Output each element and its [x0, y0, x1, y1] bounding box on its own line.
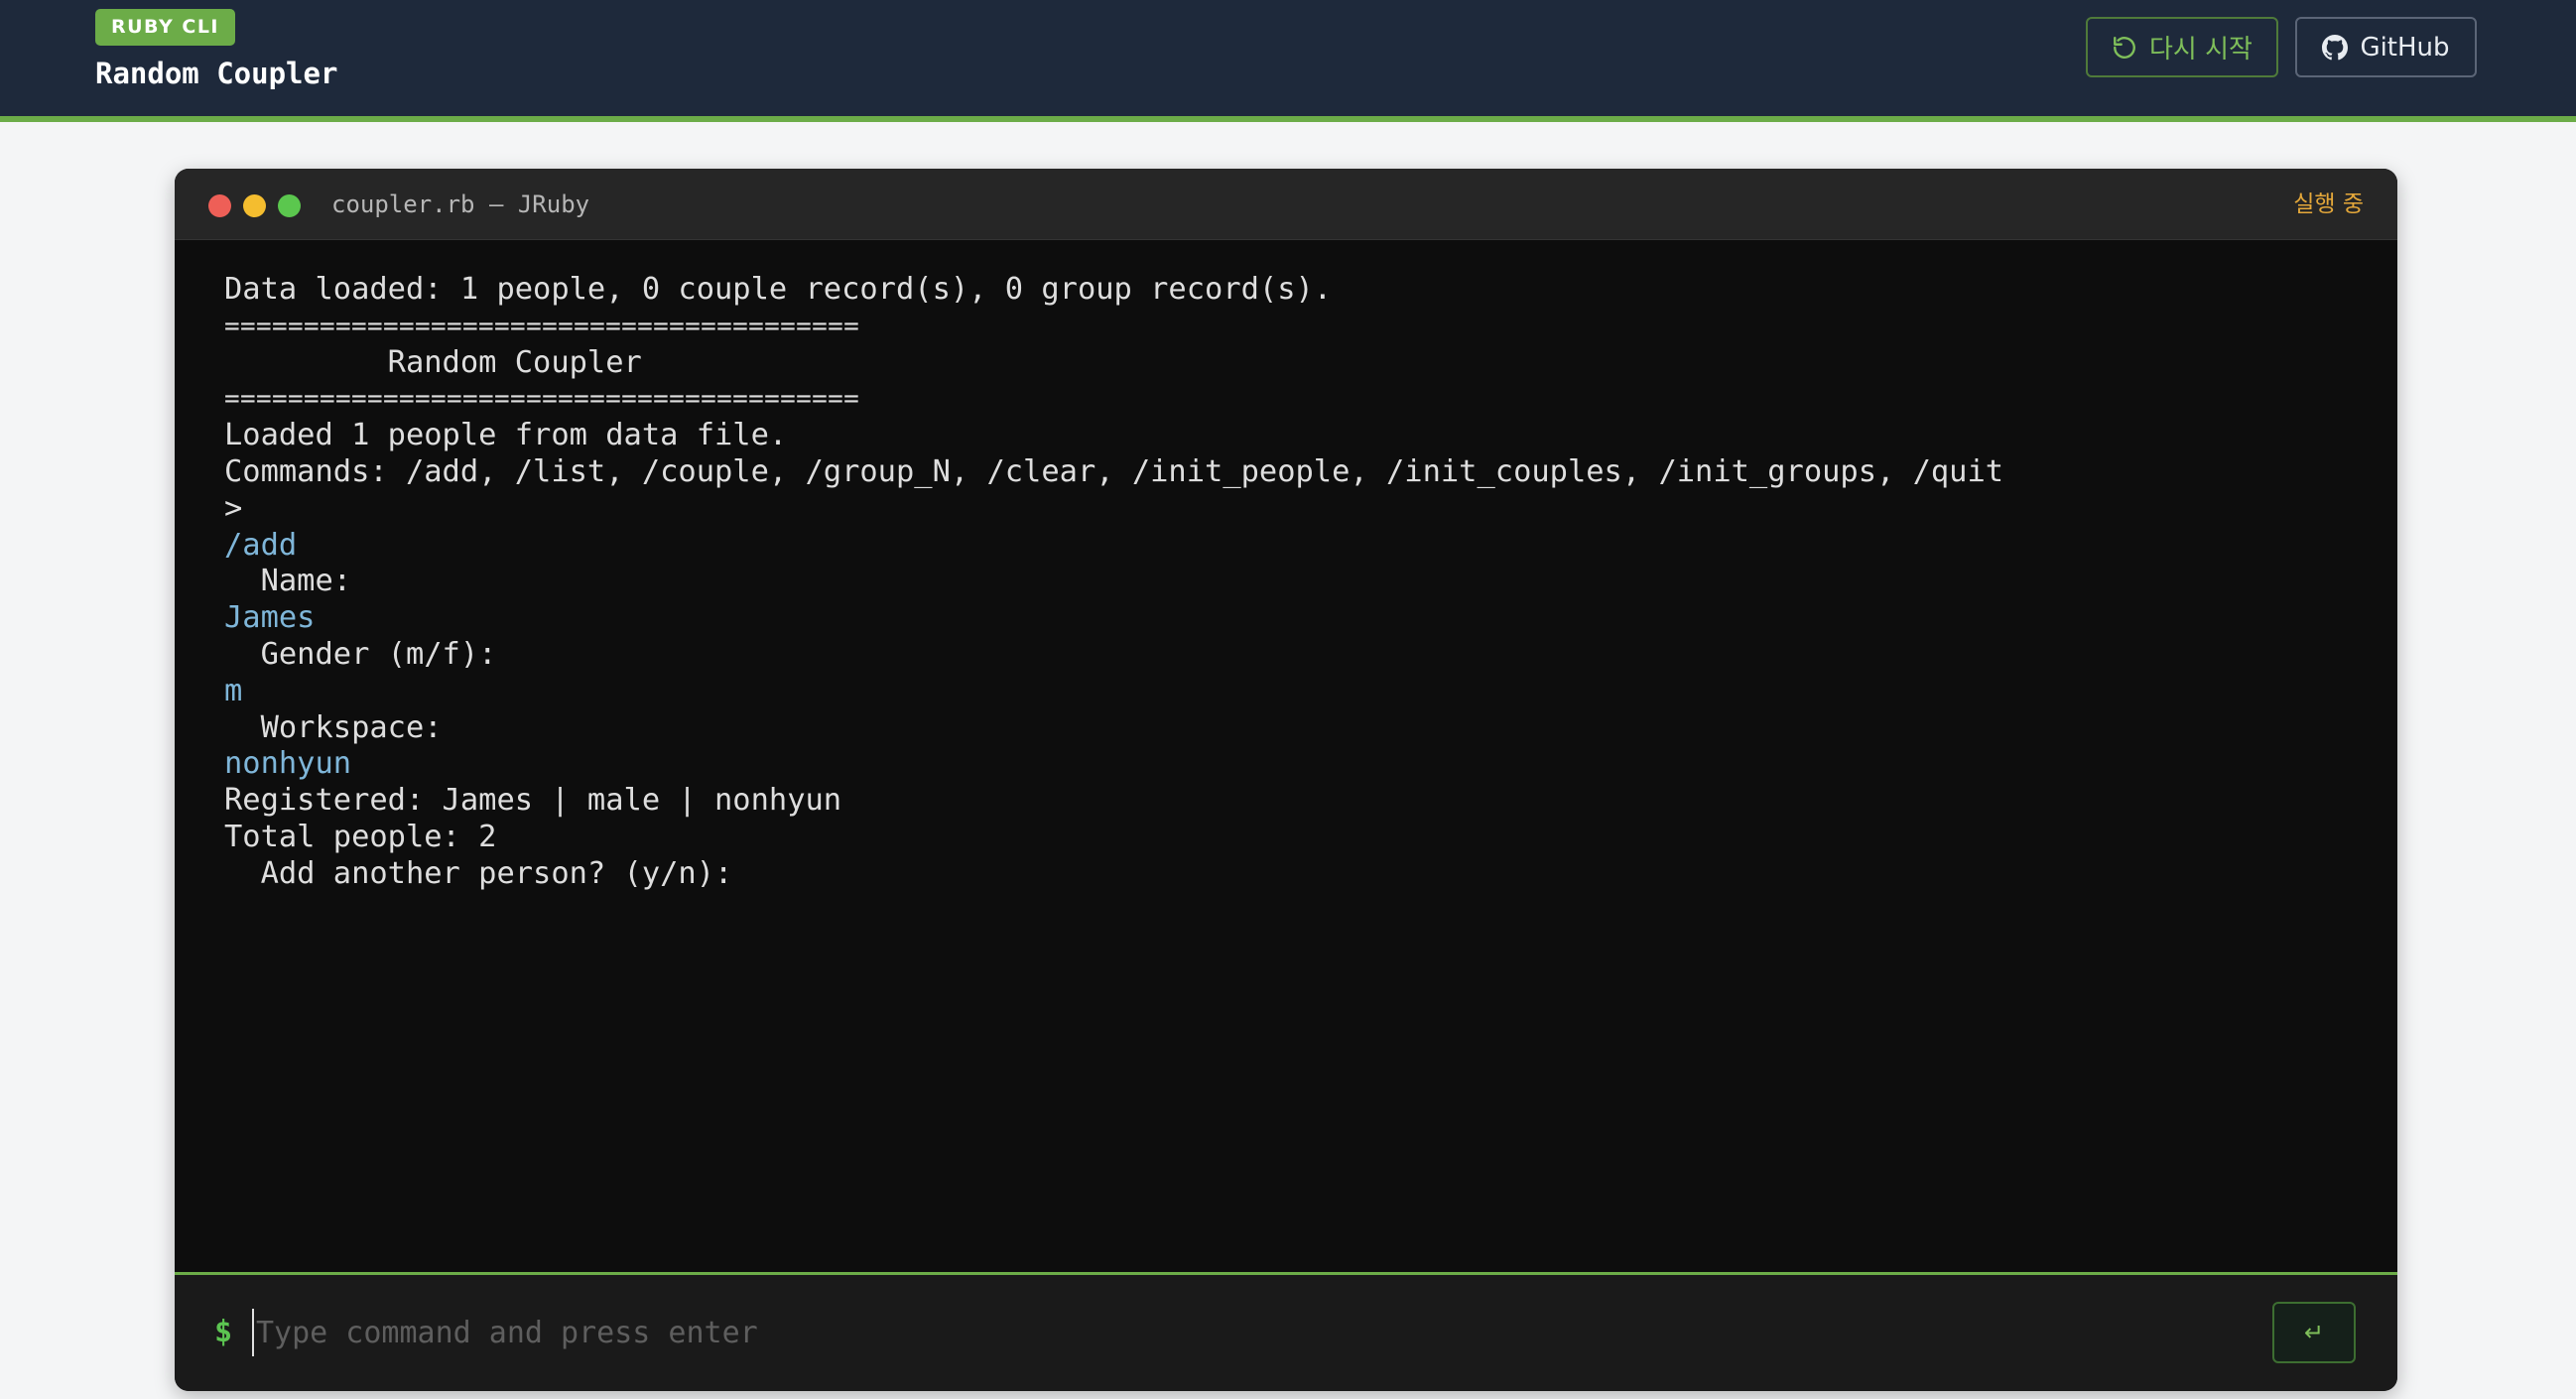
command-input[interactable]	[252, 1309, 2237, 1356]
terminal-output-line: Workspace:	[224, 709, 443, 745]
terminal-output-line: Name:	[224, 564, 352, 599]
github-button[interactable]: GitHub	[2295, 17, 2477, 77]
terminal-title: coupler.rb — JRuby	[331, 191, 590, 218]
terminal-output-line: Registered: James | male | nonhyun	[224, 783, 842, 819]
terminal-output-line: Total people: 2	[224, 819, 497, 854]
maximize-window-dot[interactable]	[278, 194, 301, 217]
prompt-symbol: $	[214, 1315, 233, 1349]
terminal-output: Data loaded: 1 people, 0 couple record(s…	[224, 272, 2358, 1334]
terminal-input-line: nonhyun	[224, 746, 352, 782]
running-status: 실행 중	[2293, 191, 2364, 217]
terminal-output-line: Gender (m/f):	[224, 636, 497, 672]
terminal-input-line: James	[224, 600, 316, 636]
github-button-label: GitHub	[2360, 32, 2450, 63]
send-button[interactable]: ↵	[2272, 1302, 2356, 1363]
command-input-bar: $ ↵	[175, 1272, 2397, 1391]
terminal-output-line: Random Coupler	[224, 344, 642, 380]
restart-button-label: 다시 시작	[2149, 35, 2253, 64]
terminal-output-line: Data loaded: 1 people, 0 couple record(s…	[224, 272, 1333, 307]
terminal-output-line: Commands: /add, /list, /couple, /group_N…	[224, 453, 2004, 489]
enter-icon: ↵	[2303, 1319, 2325, 1346]
header-accent-line	[0, 116, 2576, 122]
terminal-output-line: Loaded 1 people from data file.	[224, 418, 788, 453]
top-header: RUBY CLI Random Coupler 다시 시작 GitHub	[0, 0, 2576, 116]
github-icon	[2322, 34, 2349, 61]
restart-icon	[2112, 35, 2137, 61]
app-title: Random Coupler	[95, 57, 338, 90]
close-window-dot[interactable]	[208, 194, 231, 217]
restart-button[interactable]: 다시 시작	[2086, 17, 2278, 77]
terminal-input-line: m	[224, 673, 243, 708]
terminal-input-line: /add	[224, 527, 298, 563]
terminal-output-line: ========================================	[224, 311, 860, 341]
terminal-output-line: >	[224, 490, 243, 526]
terminal-titlebar: coupler.rb — JRuby 실행 중	[175, 169, 2397, 240]
terminal-output-line: Add another person? (y/n):	[224, 855, 733, 891]
terminal-window: coupler.rb — JRuby 실행 중 Data loaded: 1 p…	[175, 169, 2397, 1391]
minimize-window-dot[interactable]	[243, 194, 266, 217]
terminal-output-line: ========================================	[224, 384, 860, 415]
ruby-cli-badge: RUBY CLI	[95, 9, 235, 46]
